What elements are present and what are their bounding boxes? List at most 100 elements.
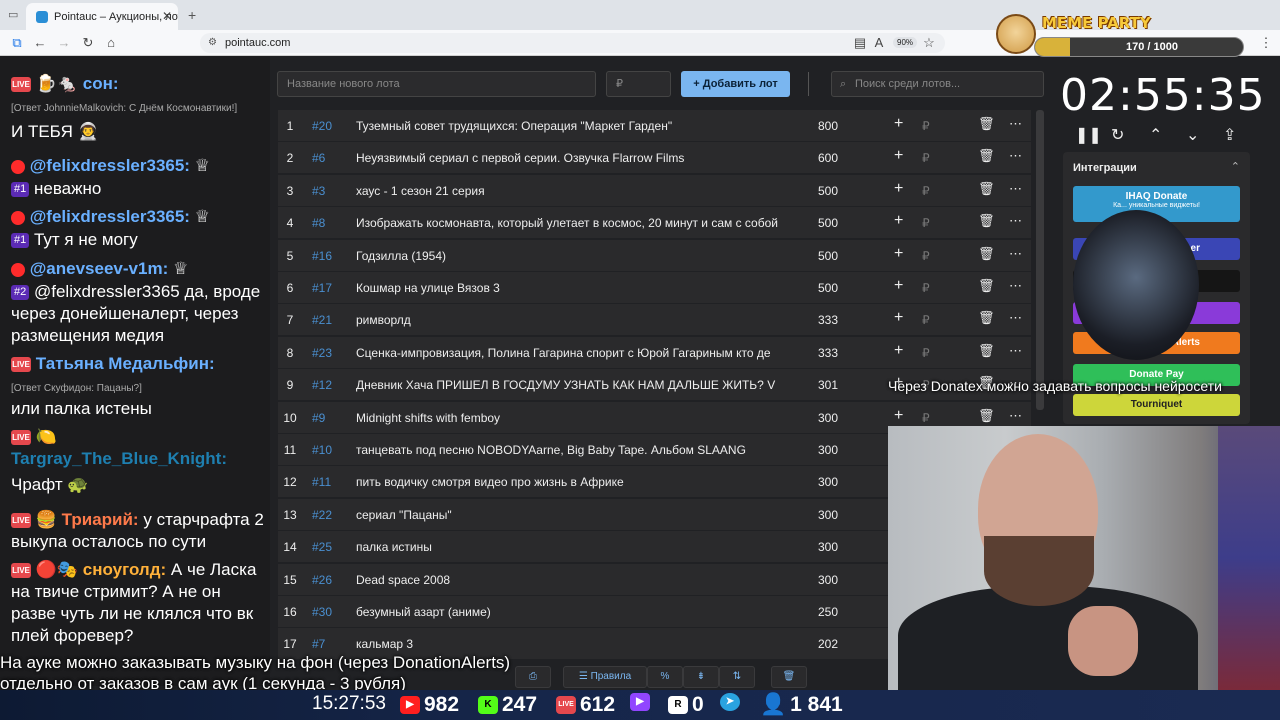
ruble-icon[interactable]: ₽ [922, 281, 930, 295]
lot-row[interactable]: 3 #3 хаус - 1 сезон 21 серия 500 + ₽ 🗑 ⋯ [278, 174, 1031, 206]
lot-amount[interactable]: 500 [818, 281, 838, 295]
site-info-icon[interactable]: ⚙ [208, 33, 217, 53]
lot-search-input[interactable]: ⌕ Поиск среди лотов... [831, 71, 1044, 97]
collapse-icon[interactable]: ⌃ [1231, 160, 1240, 173]
lot-name[interactable]: пить водичку смотря видео про жизнь в Аф… [356, 475, 789, 489]
delete-icon[interactable]: 🗑 [978, 278, 995, 294]
lot-name[interactable]: кальмар 3 [356, 637, 789, 651]
lot-row[interactable]: 4 #8 Изображать космонавта, который улетае… [278, 207, 1031, 239]
lot-amount[interactable]: 250 [818, 605, 838, 619]
ruble-icon[interactable]: ₽ [922, 411, 930, 425]
close-tab-icon[interactable]: ✕ [162, 9, 172, 23]
add-amount-icon[interactable]: + [894, 277, 903, 295]
lot-id[interactable]: #23 [312, 346, 332, 360]
more-icon[interactable]: ⋯ [1009, 278, 1022, 294]
delete-icon[interactable]: 🗑 [978, 246, 995, 262]
lots-scrollbar[interactable] [1036, 110, 1044, 410]
lot-name[interactable]: палка истины [356, 540, 789, 554]
lot-amount[interactable]: 600 [818, 151, 838, 165]
lot-id[interactable]: #3 [312, 184, 325, 198]
lot-name[interactable]: Годзилла (1954) [356, 249, 789, 263]
add-amount-icon[interactable]: + [894, 407, 903, 425]
clear-lots-icon[interactable]: 🗑 [771, 666, 807, 688]
lot-id[interactable]: #6 [312, 151, 325, 165]
lot-name[interactable]: Сценка-импровизация, Полина Гагарина спо… [356, 346, 789, 360]
lot-name[interactable]: Midnight shifts with femboy [356, 411, 789, 425]
reader-icon[interactable]: ▤ [851, 34, 869, 52]
forward-icon[interactable]: → [55, 34, 73, 52]
reset-icon[interactable]: ↻ [1111, 125, 1124, 145]
lot-row[interactable]: 7 #21 римворлд 333 + ₽ 🗑 ⋯ [278, 304, 1031, 336]
add-amount-icon[interactable]: + [894, 115, 903, 133]
tourniquet-button[interactable]: Tourniquet [1073, 394, 1240, 416]
lot-row[interactable]: 2 #6 Неуязвимый сериал с первой серии. Озв… [278, 142, 1031, 174]
add-amount-icon[interactable]: + [894, 245, 903, 263]
lot-name[interactable]: Dead space 2008 [356, 573, 789, 587]
url-field[interactable]: ⚙ pointauc.com [200, 33, 945, 53]
lot-id[interactable]: #7 [312, 637, 325, 651]
lot-id[interactable]: #25 [312, 540, 332, 554]
sort-icon[interactable]: ⇅ [719, 666, 755, 688]
back-icon[interactable]: ← [31, 34, 49, 52]
more-icon[interactable]: ⋯ [1009, 246, 1022, 262]
lot-name[interactable]: танцевать под песню NOBODYAarne, Big Bab… [356, 443, 789, 457]
lot-amount[interactable]: 500 [818, 184, 838, 198]
translate-icon[interactable]: A [870, 34, 888, 52]
chevron-down-icon[interactable]: ⌄ [1186, 125, 1199, 145]
double-up-icon[interactable]: ⇪ [1223, 125, 1236, 145]
lot-amount[interactable]: 202 [818, 637, 838, 651]
lot-name[interactable]: Туземный совет трудящихся: Операция "Мар… [356, 119, 789, 133]
sidebar-toggle-icon[interactable]: ⧉ [8, 34, 26, 52]
ruble-icon[interactable]: ₽ [922, 216, 930, 230]
lot-amount[interactable]: 500 [818, 216, 838, 230]
lot-id[interactable]: #22 [312, 508, 332, 522]
lot-row[interactable]: 1 #20 Туземный совет трудящихся: Операция … [278, 110, 1031, 141]
lot-id[interactable]: #21 [312, 313, 332, 327]
delete-icon[interactable]: 🗑 [978, 148, 995, 164]
add-amount-icon[interactable]: + [894, 180, 903, 198]
ruble-icon[interactable]: ₽ [922, 119, 930, 133]
more-icon[interactable]: ⋯ [1009, 213, 1022, 229]
ruble-icon[interactable]: ₽ [922, 346, 930, 360]
add-amount-icon[interactable]: + [894, 309, 903, 327]
lot-name[interactable]: хаус - 1 сезон 21 серия [356, 184, 789, 198]
add-amount-icon[interactable]: + [894, 342, 903, 360]
lot-id[interactable]: #26 [312, 573, 332, 587]
add-amount-icon[interactable]: + [894, 147, 903, 165]
delete-icon[interactable]: 🗑 [978, 310, 995, 326]
more-icon[interactable]: ⋯ [1009, 343, 1022, 359]
lot-amount[interactable]: 333 [818, 313, 838, 327]
add-lot-button[interactable]: + Добавить лот [681, 71, 790, 97]
lot-amount[interactable]: 333 [818, 346, 838, 360]
lot-row[interactable]: 6 #17 Кошмар на улице Вязов 3 500 + ₽ 🗑 ⋯ [278, 272, 1031, 303]
zoom-level[interactable]: 90% [893, 37, 918, 48]
lot-row[interactable]: 5 #16 Годзилла (1954) 500 + ₽ 🗑 ⋯ [278, 239, 1031, 271]
lot-id[interactable]: #17 [312, 281, 332, 295]
align-icon[interactable]: ⇟ [683, 666, 719, 688]
delete-icon[interactable]: 🗑 [978, 408, 995, 424]
delete-icon[interactable]: 🗑 [978, 181, 995, 197]
add-amount-icon[interactable]: + [894, 212, 903, 230]
lot-id[interactable]: #11 [312, 475, 331, 489]
lot-id[interactable]: #12 [312, 378, 332, 392]
lot-amount[interactable]: 300 [818, 411, 838, 425]
lot-id[interactable]: #30 [312, 605, 332, 619]
home-icon[interactable]: ⌂ [102, 34, 120, 52]
new-tab-icon[interactable]: + [188, 7, 196, 23]
lot-row[interactable]: 8 #23 Сценка-импровизация, Полина Гагарина… [278, 336, 1031, 368]
browser-tab[interactable]: Pointauc – Аукционы, лотереи ✕ [26, 3, 178, 30]
lot-name[interactable]: Дневник Хача ПРИШЕЛ В ГОСДУМУ УЗНАТЬ КАК… [356, 378, 789, 392]
percent-button[interactable]: % [647, 666, 683, 688]
lot-id[interactable]: #16 [312, 249, 332, 263]
more-icon[interactable]: ⋯ [1009, 116, 1022, 132]
lot-name[interactable]: римворлд [356, 313, 789, 327]
tab-actions-icon[interactable]: ▭ [8, 8, 18, 21]
lot-name[interactable]: Неуязвимый сериал с первой серии. Озвучк… [356, 151, 789, 165]
ruble-icon[interactable]: ₽ [922, 313, 930, 327]
lot-amount[interactable]: 300 [818, 475, 838, 489]
lot-amount[interactable]: 800 [818, 119, 838, 133]
lot-id[interactable]: #8 [312, 216, 325, 230]
lot-id[interactable]: #20 [312, 119, 332, 133]
more-icon[interactable]: ⋯ [1009, 181, 1022, 197]
delete-icon[interactable]: 🗑 [978, 116, 995, 132]
